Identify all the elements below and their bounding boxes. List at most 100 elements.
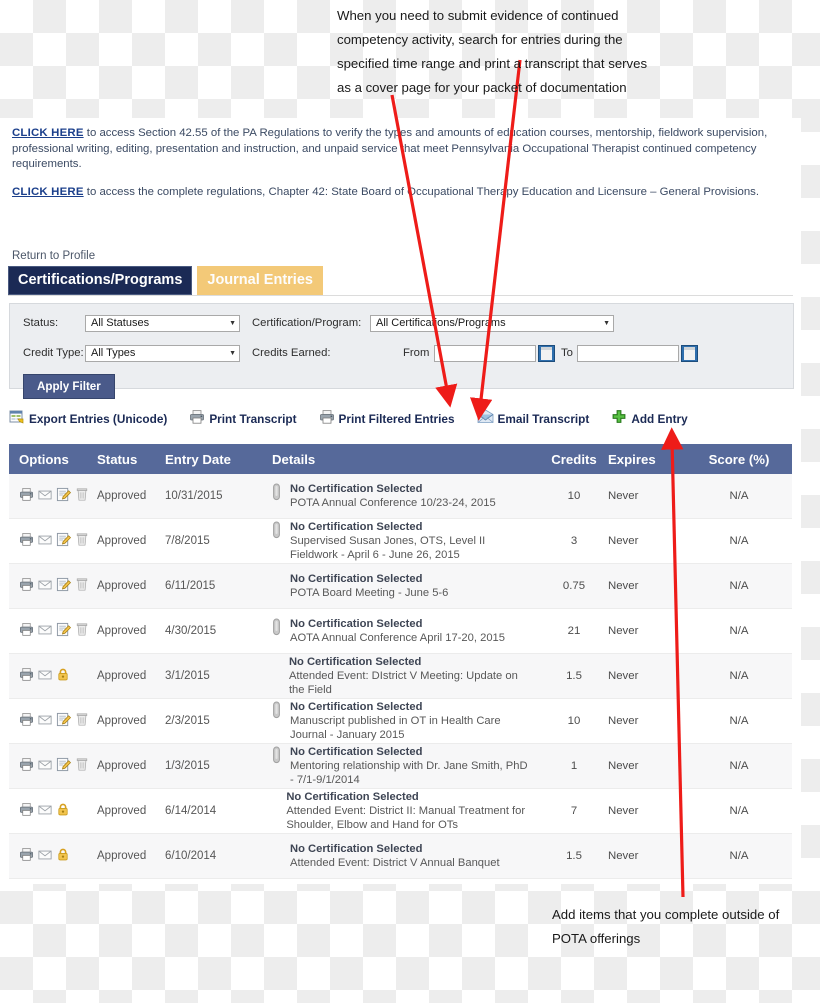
date-from-input[interactable] (434, 344, 536, 362)
row-edit-icon[interactable] (56, 622, 72, 640)
row-edit-icon[interactable] (56, 577, 72, 595)
row-print-icon[interactable] (19, 532, 34, 550)
row-email-icon[interactable] (38, 623, 52, 640)
row-delete-icon[interactable] (75, 622, 89, 640)
column-header-details: Details (272, 451, 316, 467)
row-status: Approved (97, 715, 147, 727)
row-expires: Never (608, 850, 639, 862)
row-print-icon[interactable] (19, 577, 34, 595)
export-entries-button[interactable]: Export Entries (Unicode) (9, 409, 167, 428)
table-row[interactable]: Approved 6/14/2014 No Certification Select… (9, 789, 792, 834)
table-row[interactable]: Approved 6/11/2015 No Certification Select… (9, 564, 792, 609)
row-details: No Certification Selected Attended Event:… (272, 842, 540, 871)
table-row[interactable]: Approved 7/8/2015 No Certification Selecte… (9, 519, 792, 564)
table-row[interactable]: Approved 3/1/2015 No Certification Selecte… (9, 654, 792, 699)
print-filtered-entries-button[interactable]: Print Filtered Entries (319, 409, 455, 428)
status-label: Status: (23, 317, 59, 329)
row-lock-icon[interactable] (56, 667, 70, 685)
row-email-icon[interactable] (38, 533, 52, 550)
row-options[interactable] (19, 847, 97, 865)
annotation-bottom-text: Add items that you complete outside of P… (552, 907, 780, 946)
row-score: N/A (729, 850, 749, 862)
row-details: No Certification Selected Supervised Susa… (272, 520, 540, 563)
row-entry-date: 10/31/2015 (165, 490, 223, 502)
certification-select[interactable]: All Certifications/Programs ▼ (370, 314, 614, 332)
row-print-icon[interactable] (19, 667, 34, 685)
calendar-icon[interactable] (680, 344, 698, 362)
row-entry-date: 6/14/2014 (165, 805, 217, 817)
row-status: Approved (97, 850, 147, 862)
row-edit-icon[interactable] (56, 757, 72, 775)
column-header-status: Status (97, 451, 138, 467)
certification-select-value: All Certifications/Programs (376, 317, 506, 329)
print-transcript-button[interactable]: Print Transcript (189, 409, 297, 428)
row-email-icon[interactable] (38, 848, 52, 865)
row-options[interactable] (19, 667, 97, 685)
row-detail-text: POTA Annual Conference 10/23-24, 2015 (290, 496, 496, 509)
regulation-text-1: to access Section 42.55 of the PA Regula… (12, 127, 768, 170)
chevron-down-icon: ▼ (603, 319, 610, 327)
table-row[interactable]: Approved 10/31/2015 No Certification Selec… (9, 474, 792, 519)
add-entry-button[interactable]: Add Entry (611, 409, 688, 428)
row-delete-icon[interactable] (75, 532, 89, 550)
row-options[interactable] (19, 622, 97, 640)
table-row[interactable]: Approved 1/3/2015 No Certification Selecte… (9, 744, 792, 789)
row-detail-text: Attended Event: District II: Manual Trea… (286, 804, 526, 832)
row-email-icon[interactable] (38, 758, 52, 775)
row-email-icon[interactable] (38, 803, 52, 820)
row-options[interactable] (19, 757, 97, 775)
row-lock-icon[interactable] (56, 802, 70, 820)
row-edit-icon[interactable] (56, 712, 72, 730)
row-print-icon[interactable] (19, 757, 34, 775)
row-details: No Certification Selected POTA Board Meet… (272, 572, 540, 601)
return-to-profile-link[interactable]: Return to Profile (12, 250, 95, 262)
row-score: N/A (729, 805, 749, 817)
row-email-icon[interactable] (38, 668, 52, 685)
row-options[interactable] (19, 487, 97, 505)
row-print-icon[interactable] (19, 712, 34, 730)
row-edit-icon[interactable] (56, 487, 72, 505)
credit-type-select[interactable]: All Types ▼ (85, 344, 240, 362)
click-here-link-2[interactable]: CLICK HERE (12, 186, 84, 198)
row-score: N/A (729, 535, 749, 547)
row-detail-text: Mentoring relationship with Dr. Jane Smi… (290, 759, 528, 787)
row-email-icon[interactable] (38, 713, 52, 730)
row-entry-date: 2/3/2015 (165, 715, 210, 727)
table-body: Approved 10/31/2015 No Certification Selec… (9, 474, 792, 879)
row-email-icon[interactable] (38, 578, 52, 595)
date-to-input[interactable] (576, 344, 679, 362)
status-select[interactable]: All Statuses ▼ (85, 314, 240, 332)
row-print-icon[interactable] (19, 802, 34, 820)
row-score: N/A (729, 580, 749, 592)
row-edit-icon[interactable] (56, 532, 72, 550)
tab-certifications-programs[interactable]: Certifications/Programs (8, 266, 193, 295)
calendar-icon[interactable] (538, 344, 555, 362)
row-print-icon[interactable] (19, 847, 34, 865)
row-delete-icon[interactable] (75, 577, 89, 595)
attachment-icon (272, 521, 281, 542)
row-lock-icon[interactable] (56, 847, 70, 865)
row-email-icon[interactable] (38, 488, 52, 505)
row-print-icon[interactable] (19, 487, 34, 505)
row-credits: 1.5 (566, 670, 582, 682)
email-transcript-button[interactable]: Email Transcript (477, 409, 590, 428)
email-transcript-label: Email Transcript (497, 411, 590, 426)
row-options[interactable] (19, 712, 97, 730)
row-print-icon[interactable] (19, 622, 34, 640)
row-entry-date: 1/3/2015 (165, 760, 210, 772)
row-options[interactable] (19, 802, 97, 820)
tab-journal-entries[interactable]: Journal Entries (197, 266, 323, 295)
column-header-expires: Expires (608, 451, 656, 467)
table-row[interactable]: Approved 2/3/2015 No Certification Selecte… (9, 699, 792, 744)
row-options[interactable] (19, 532, 97, 550)
row-delete-icon[interactable] (75, 487, 89, 505)
table-row[interactable]: Approved 6/10/2014 No Certification Select… (9, 834, 792, 879)
table-row[interactable]: Approved 4/30/2015 No Certification Select… (9, 609, 792, 654)
row-options[interactable] (19, 577, 97, 595)
row-delete-icon[interactable] (75, 712, 89, 730)
row-detail-title: No Certification Selected (288, 655, 422, 668)
row-detail-title: No Certification Selected (290, 745, 423, 758)
apply-filter-button[interactable]: Apply Filter (23, 374, 115, 399)
click-here-link-1[interactable]: CLICK HERE (12, 127, 84, 139)
row-delete-icon[interactable] (75, 757, 89, 775)
